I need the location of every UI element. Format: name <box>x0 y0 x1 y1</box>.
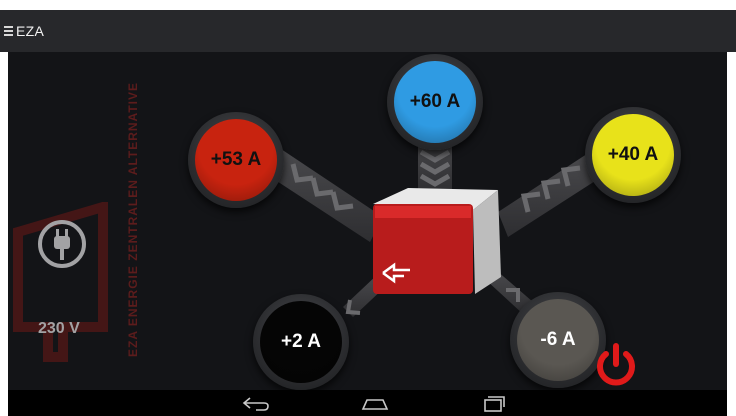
screen-frame-left <box>0 10 8 416</box>
output-value-bottom-left: +2 A <box>281 331 321 352</box>
output-gauge-bottom-right[interactable]: -6 A <box>517 299 599 381</box>
recents-icon[interactable] <box>474 392 514 414</box>
output-gauge-top-right[interactable]: +40 A <box>592 114 674 196</box>
power-icon[interactable] <box>592 340 640 388</box>
brand-watermark: EZA ENERGIE ZENTRALEN ALTERNATIVE <box>126 81 140 357</box>
screen-frame-top <box>0 0 736 10</box>
back-icon[interactable] <box>236 392 276 414</box>
output-value-top: +60 A <box>409 91 461 112</box>
output-gauge-top-left[interactable]: +53 A <box>195 119 277 201</box>
output-gauge-bottom-left[interactable]: +2 A <box>260 301 342 383</box>
plug-icon <box>38 220 86 268</box>
eza-logo-icon <box>382 262 410 284</box>
output-value-top-right: +40 A <box>607 144 659 165</box>
screen-frame-right <box>727 10 736 416</box>
action-bar: EZA <box>0 10 736 52</box>
app-title: EZA <box>16 23 45 39</box>
source-voltage: 230 V <box>38 320 80 337</box>
output-value-top-left: +53 A <box>210 149 262 170</box>
hamburger-menu-icon[interactable] <box>4 26 13 36</box>
central-unit <box>373 188 501 294</box>
output-gauge-top[interactable]: +60 A <box>394 61 476 143</box>
energy-flow-stage: EZA ENERGIE ZENTRALEN ALTERNATIVE 230 V … <box>8 52 727 390</box>
system-navigation-bar <box>8 390 727 416</box>
output-value-bottom-right: -6 A <box>540 329 576 350</box>
home-icon[interactable] <box>355 392 395 414</box>
